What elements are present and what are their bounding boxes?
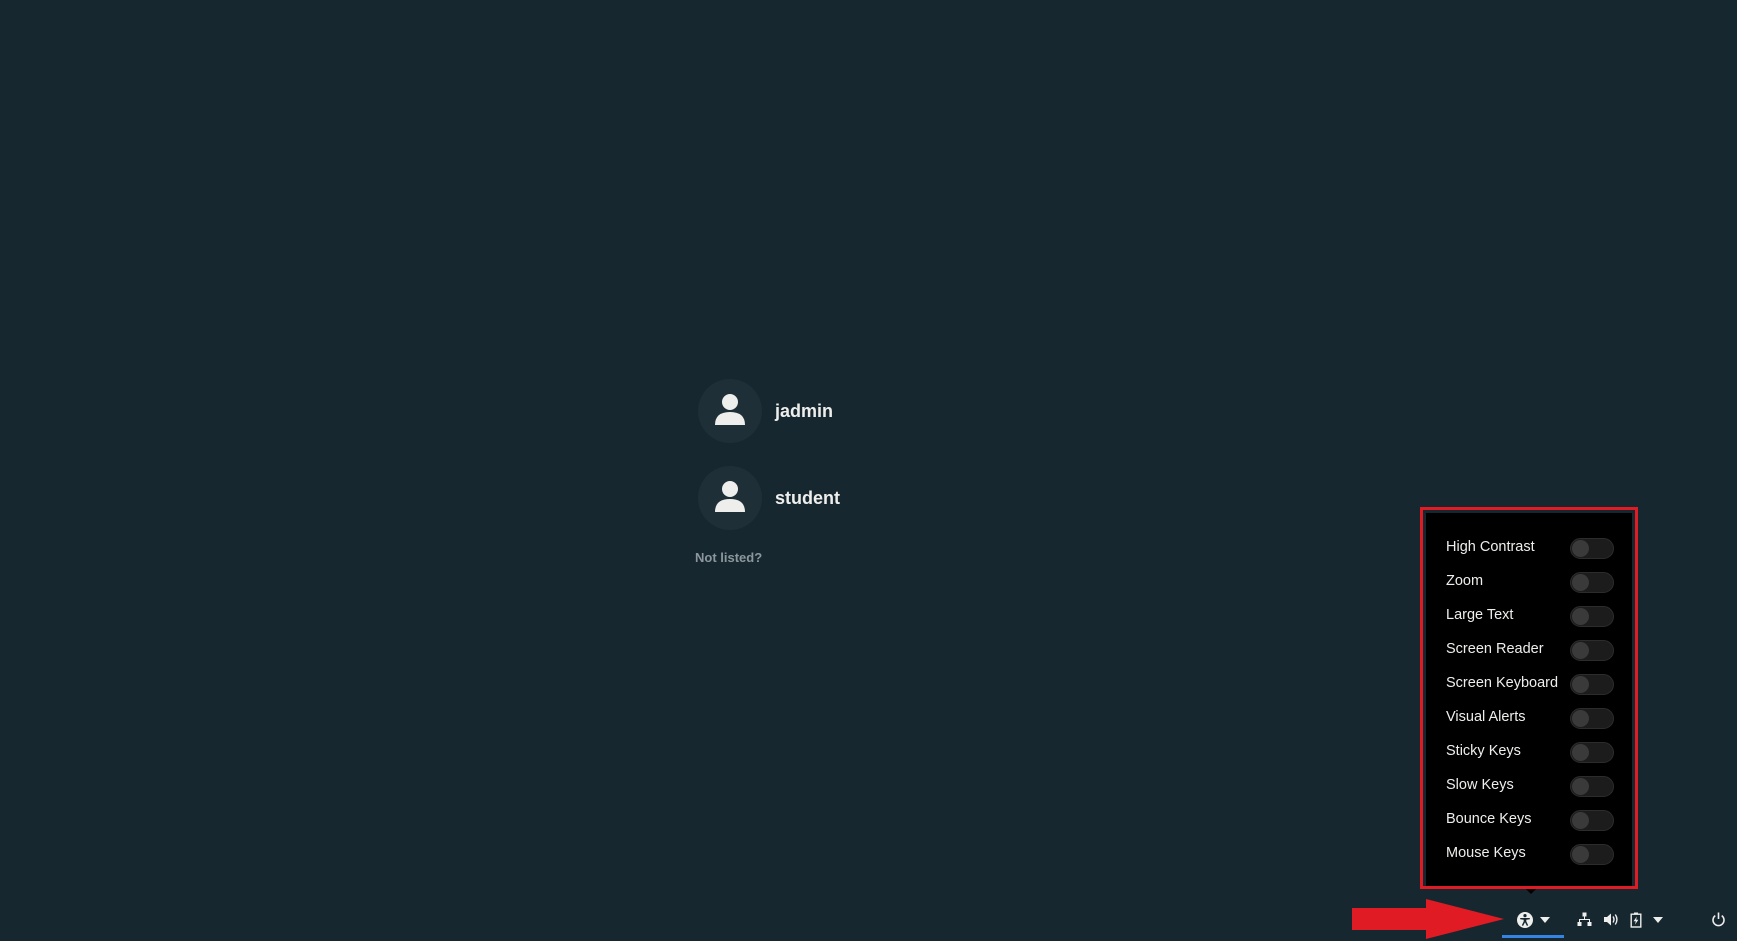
chevron-down-icon (1540, 916, 1550, 923)
user-item-jadmin[interactable]: jadmin (698, 378, 840, 444)
not-listed-link[interactable]: Not listed? (695, 550, 762, 565)
user-icon (715, 481, 745, 512)
user-name: student (775, 487, 840, 508)
user-name: jadmin (775, 400, 834, 421)
system-status-button[interactable] (1577, 902, 1663, 937)
accessibility-menu-button[interactable] (1502, 902, 1564, 937)
active-indicator (1502, 935, 1564, 938)
user-list: jadmin student (698, 378, 840, 552)
bottom-panel (0, 902, 1737, 941)
battery-icon (1630, 912, 1642, 928)
power-button[interactable] (1711, 902, 1726, 937)
accessibility-icon (1517, 911, 1533, 928)
annotation-highlight-box (1420, 507, 1638, 889)
network-wired-icon (1577, 912, 1592, 926)
chevron-down-icon (1653, 916, 1663, 923)
user-item-student[interactable]: student (698, 465, 840, 531)
user-icon (715, 394, 745, 425)
power-icon (1712, 912, 1725, 927)
volume-icon (1604, 913, 1618, 926)
avatar (698, 466, 762, 530)
avatar (698, 379, 762, 443)
